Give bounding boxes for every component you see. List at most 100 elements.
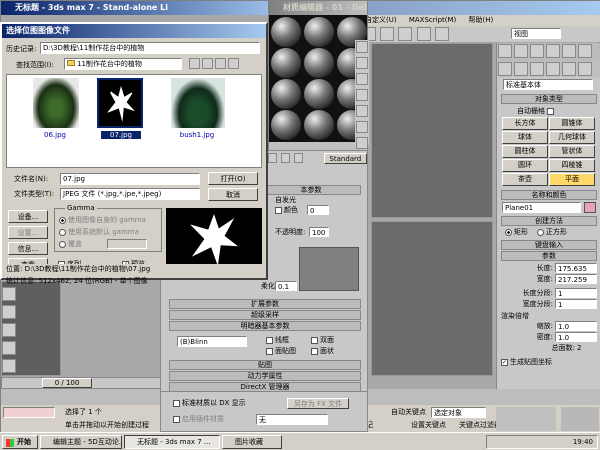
view-menu-icon[interactable]: [228, 58, 239, 69]
thumbnail-06[interactable]: [33, 78, 79, 128]
gamma-system-option[interactable]: 使用系统默认 gamma: [59, 227, 139, 237]
reactor-icon-1[interactable]: [2, 287, 16, 301]
gamma-override-radio[interactable]: [59, 240, 66, 248]
width-seg-spinner[interactable]: 1: [555, 299, 597, 309]
sample-slot-1[interactable]: [271, 17, 301, 47]
name-color-header[interactable]: 名称和颜色: [501, 190, 597, 200]
hierarchy-tab-icon[interactable]: [530, 44, 544, 58]
viewport-top-right[interactable]: [371, 43, 493, 218]
two-sided-checkbox[interactable]: [311, 336, 318, 344]
reactor-icon-3[interactable]: [2, 323, 16, 337]
self-illum-color-option[interactable]: 颜色: [275, 205, 298, 215]
display-tab-icon[interactable]: [562, 44, 576, 58]
object-color-swatch[interactable]: [584, 202, 596, 213]
gamma-override-option[interactable]: 覆盖: [59, 239, 82, 249]
geometry-icon[interactable]: [498, 62, 512, 76]
cone-button[interactable]: 圆锥体: [549, 117, 595, 130]
viewport-bottom-right[interactable]: [371, 221, 493, 376]
task-3dsmax[interactable]: 无标题 - 3ds max 7 ...: [124, 435, 220, 449]
info-button[interactable]: 信息...: [8, 242, 48, 255]
set-key-label[interactable]: 设置关键点: [411, 420, 456, 430]
dx-display-option[interactable]: 标准材质以 DX 显示: [173, 398, 246, 408]
shader-basic-header[interactable]: 本参数: [261, 185, 361, 195]
cameras-icon[interactable]: [546, 62, 560, 76]
plane-button[interactable]: 平面: [549, 173, 595, 186]
length-spinner[interactable]: 175.635: [555, 263, 597, 273]
toolbar-btn-d[interactable]: [416, 27, 431, 41]
viewport-nav-controls[interactable]: [561, 407, 599, 431]
menu-customize[interactable]: 自定义(U): [365, 16, 397, 24]
get-material-icon[interactable]: [268, 153, 277, 163]
cylinder-button[interactable]: 圆柱体: [502, 145, 548, 158]
rollout-dynamics[interactable]: 动力学属性: [169, 371, 361, 381]
file-caption-07[interactable]: 07.jpg: [101, 131, 141, 139]
motion-tab-icon[interactable]: [546, 44, 560, 58]
plugin-material-checkbox[interactable]: [173, 415, 180, 423]
gamma-system-radio[interactable]: [59, 228, 66, 236]
helpers-icon[interactable]: [562, 62, 576, 76]
rollout-supersampling[interactable]: 超级采样: [169, 310, 361, 320]
filename-input[interactable]: 07.jpg: [60, 173, 200, 185]
reactor-icon-5[interactable]: [2, 359, 16, 373]
pyramid-button[interactable]: 四棱锥: [549, 159, 595, 172]
sample-slot-10[interactable]: [271, 110, 301, 140]
back-icon[interactable]: [189, 58, 200, 69]
rollout-shader-basic[interactable]: 明暗器基本参数: [169, 321, 361, 331]
object-name-field[interactable]: Plane01: [502, 202, 582, 213]
faceted-checkbox[interactable]: [311, 347, 318, 355]
gen-map-coords-option[interactable]: 生成贴图坐标: [501, 357, 597, 367]
video-check-icon[interactable]: [356, 105, 368, 117]
face-map-option[interactable]: 面贴图: [266, 346, 296, 356]
setup-button[interactable]: 设置...: [8, 226, 48, 239]
frame-readout[interactable]: 0 / 100: [42, 378, 92, 388]
plugin-material-dropdown[interactable]: 无: [256, 414, 328, 425]
keyboard-entry-header[interactable]: 键盘输入: [501, 240, 597, 250]
playback-controls[interactable]: [496, 407, 556, 431]
thumbnail-bush1[interactable]: [171, 78, 225, 128]
task-forum[interactable]: 编辑主题 - 5D互动论...: [40, 435, 122, 449]
sample-slot-5[interactable]: [304, 48, 334, 78]
shapes-icon[interactable]: [514, 62, 528, 76]
maxscript-listener[interactable]: [3, 407, 55, 418]
gen-map-checkbox[interactable]: [501, 358, 508, 366]
assign-material-icon[interactable]: [280, 153, 290, 163]
file-caption-bush1[interactable]: bush1.jpg: [173, 131, 221, 139]
two-sided-option[interactable]: 双面: [311, 335, 334, 345]
new-folder-icon[interactable]: [215, 58, 226, 69]
save-fx-button[interactable]: 另存为 FX 文件: [287, 398, 349, 409]
wire-checkbox[interactable]: [266, 336, 273, 344]
make-preview-icon[interactable]: [356, 121, 368, 133]
opacity-spinner[interactable]: 100: [309, 227, 329, 237]
options-icon[interactable]: [356, 137, 368, 149]
sample-type-icon[interactable]: [356, 41, 368, 53]
uv-tiling-icon[interactable]: [356, 89, 368, 101]
task-pictures[interactable]: 图片收藏: [222, 435, 282, 449]
gamma-override-spinner[interactable]: [107, 239, 147, 249]
up-folder-icon[interactable]: [202, 58, 213, 69]
autogrid-checkbox[interactable]: [547, 107, 555, 115]
reactor-icon-4[interactable]: [2, 341, 16, 355]
density-spinner[interactable]: 1.0: [555, 332, 597, 342]
autogrid-option[interactable]: 自动栅格: [497, 106, 600, 116]
dx-display-checkbox[interactable]: [173, 399, 180, 407]
rollout-maps[interactable]: 贴图: [169, 360, 361, 370]
category-dropdown[interactable]: 标准基本体: [503, 79, 593, 90]
toolbar-btn-b[interactable]: [380, 27, 395, 41]
file-list[interactable]: 06.jpg 07.jpg bush1.jpg: [6, 74, 262, 168]
time-slider[interactable]: 0 / 100: [1, 377, 166, 389]
self-illum-spinner[interactable]: 0: [307, 205, 329, 215]
scale-spinner[interactable]: 1.0: [555, 321, 597, 331]
sample-slot-7[interactable]: [271, 79, 301, 109]
object-type-header[interactable]: 对象类型: [501, 94, 597, 104]
start-button[interactable]: 开始: [2, 435, 38, 449]
square-radio[interactable]: [536, 228, 544, 236]
toolbar-btn-c[interactable]: [398, 27, 413, 41]
create-tab-icon[interactable]: [498, 44, 512, 58]
background-icon[interactable]: [356, 73, 368, 85]
self-illum-swatch[interactable]: [299, 247, 359, 291]
rect-radio[interactable]: [505, 228, 512, 236]
rollout-directx[interactable]: DirectX 管理器: [169, 382, 361, 392]
gamma-own-option[interactable]: 使用图像自身的 gamma: [59, 215, 146, 225]
material-type-button[interactable]: Standard: [323, 152, 367, 164]
tray-clock[interactable]: 19:40: [573, 437, 593, 447]
